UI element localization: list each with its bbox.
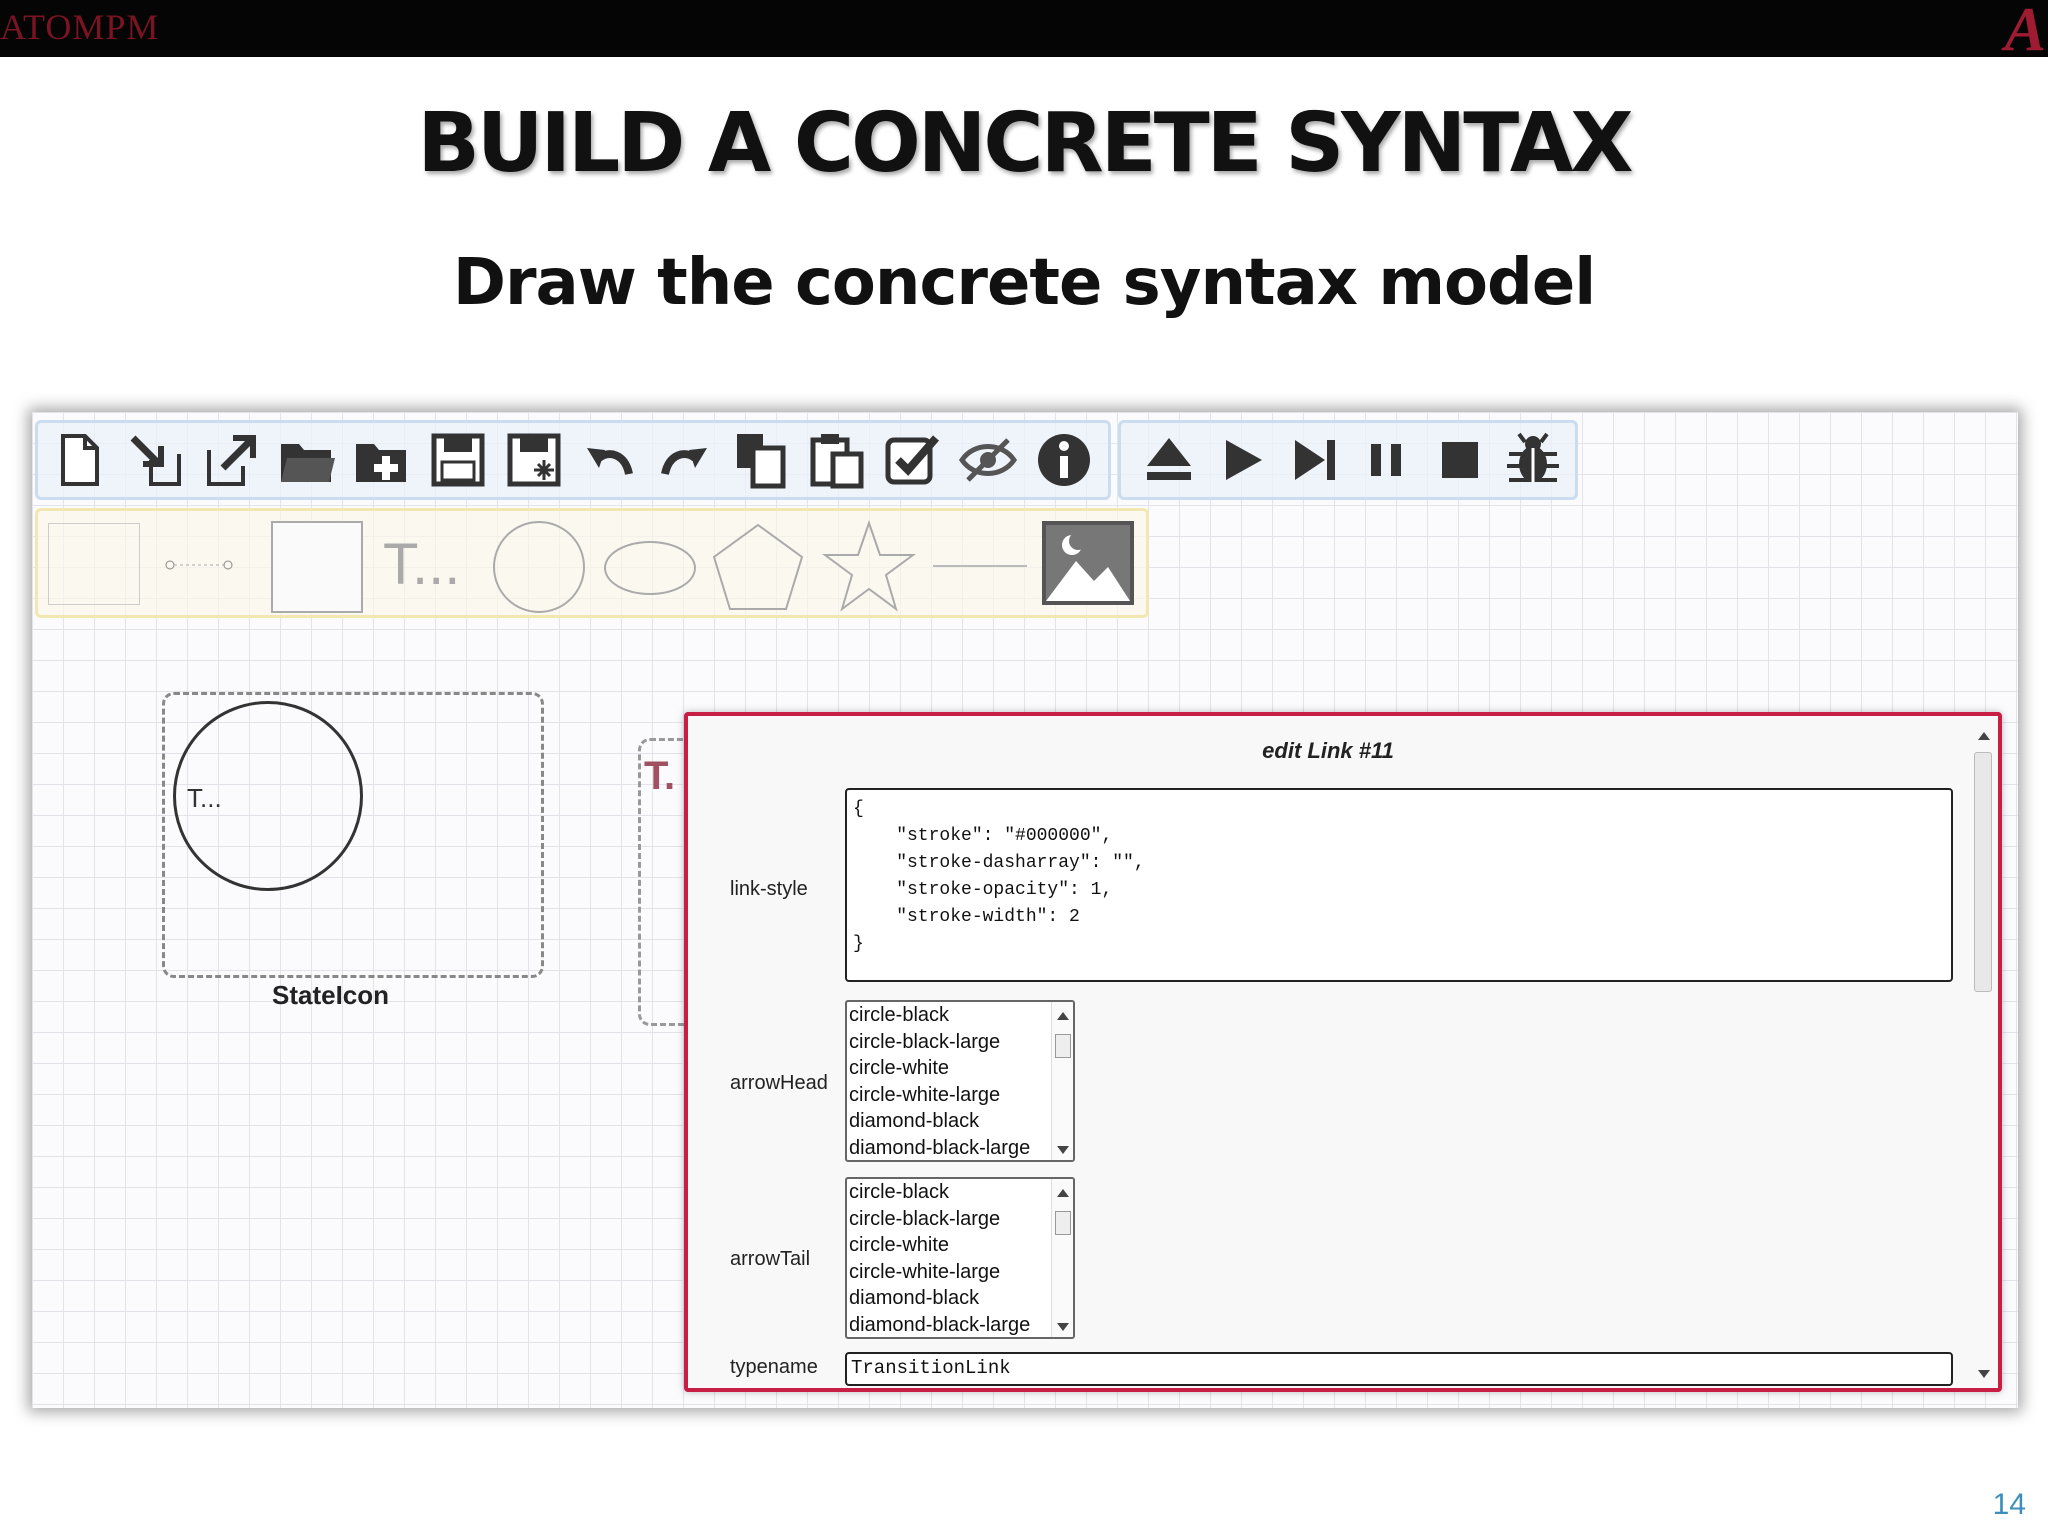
stop-icon[interactable] — [1430, 428, 1491, 492]
save-icon[interactable] — [427, 428, 490, 492]
university-logo: A — [2004, 0, 2046, 64]
typename-label: typename — [730, 1356, 818, 1378]
arrow-head-option[interactable]: diamond-black-large — [847, 1135, 1073, 1161]
arrow-head-option[interactable]: circle-black-large — [847, 1029, 1073, 1056]
arrow-head-label: arrowHead — [730, 1072, 828, 1094]
arrow-tail-option[interactable]: diamond-black-large — [847, 1312, 1073, 1338]
arrow-tail-option[interactable]: circle-black-large — [847, 1206, 1073, 1233]
link-shape[interactable] — [162, 551, 236, 581]
edit-link-dialog: edit Link #11 link-style { "stroke": "#0… — [684, 712, 2002, 1392]
arrow-tail-option[interactable]: diamond-black — [847, 1285, 1073, 1312]
paste-icon[interactable] — [805, 428, 868, 492]
hide-icon[interactable] — [957, 428, 1020, 492]
step-icon[interactable] — [1284, 428, 1345, 492]
typename-input[interactable]: TransitionLink — [845, 1352, 1953, 1386]
stateicon-label: StateIcon — [272, 980, 390, 1010]
arrow-head-option[interactable]: circle-white-large — [847, 1082, 1073, 1109]
partial-element-text: T. — [644, 754, 676, 798]
link-style-label: link-style — [730, 878, 808, 900]
export-icon[interactable] — [199, 428, 262, 492]
ellipse-shape[interactable] — [604, 541, 696, 595]
pentagon-shape[interactable] — [710, 521, 806, 613]
atompm-logo: ATOMPM — [0, 7, 160, 47]
validate-icon[interactable] — [881, 428, 944, 492]
arrow-head-listbox[interactable]: circle-black circle-black-large circle-w… — [845, 1000, 1075, 1162]
arrow-tail-scrollbar[interactable] — [1051, 1179, 1073, 1337]
undo-icon[interactable] — [578, 428, 641, 492]
new-icon[interactable] — [48, 428, 111, 492]
image-shape[interactable] — [1042, 521, 1134, 605]
link-style-textarea[interactable]: { "stroke": "#000000", "stroke-dasharray… — [845, 788, 1953, 982]
arrow-head-option[interactable]: circle-black — [847, 1002, 1073, 1029]
stateicon-element[interactable]: T... — [162, 692, 544, 978]
rectangle-shape[interactable] — [48, 523, 140, 605]
eject-icon[interactable] — [1139, 428, 1200, 492]
line-shape[interactable] — [933, 565, 1027, 567]
slide-title: BUILD A CONCRETE SYNTAX — [417, 96, 1633, 191]
main-toolbar — [35, 420, 1111, 500]
open-folder-icon[interactable] — [275, 428, 338, 492]
arrow-tail-label: arrowTail — [730, 1248, 811, 1270]
copy-icon[interactable] — [729, 428, 792, 492]
state-text[interactable]: T... — [187, 783, 222, 814]
dialog-title: edit Link #11 — [1262, 738, 1394, 763]
play-icon[interactable] — [1212, 428, 1273, 492]
circle-shape[interactable] — [493, 521, 585, 613]
shapes-toolbar: T... — [35, 508, 1149, 618]
arrow-tail-option[interactable]: circle-white-large — [847, 1259, 1073, 1286]
header-bar: ATOMPM A — [0, 0, 2048, 64]
debug-bug-icon[interactable] — [1502, 428, 1563, 492]
save-as-icon[interactable] — [502, 428, 565, 492]
arrow-tail-option[interactable]: circle-black — [847, 1179, 1073, 1206]
info-icon[interactable] — [1032, 428, 1095, 492]
page-number: 14 — [1992, 1488, 2026, 1521]
arrow-head-option[interactable]: diamond-black — [847, 1108, 1073, 1135]
arrow-tail-listbox[interactable]: circle-black circle-black-large circle-w… — [845, 1177, 1075, 1339]
transformation-toolbar — [1118, 420, 1578, 500]
slide-subtitle: Draw the concrete syntax model — [452, 246, 1596, 320]
pause-icon[interactable] — [1357, 428, 1418, 492]
arrow-head-scrollbar[interactable] — [1051, 1002, 1073, 1160]
dialog-scrollbar[interactable] — [1972, 722, 1994, 1384]
redo-icon[interactable] — [654, 428, 717, 492]
text-shape[interactable]: T... — [383, 531, 460, 598]
arrow-tail-option[interactable]: circle-white — [847, 1232, 1073, 1259]
new-folder-icon[interactable] — [351, 428, 414, 492]
arrow-head-option[interactable]: circle-white — [847, 1055, 1073, 1082]
square-shape[interactable] — [271, 521, 363, 613]
import-icon[interactable] — [124, 428, 187, 492]
star-shape[interactable] — [821, 519, 917, 615]
atompm-screenshot: T... T... StateIcon T. edit Link #11 lin… — [32, 412, 2018, 1408]
